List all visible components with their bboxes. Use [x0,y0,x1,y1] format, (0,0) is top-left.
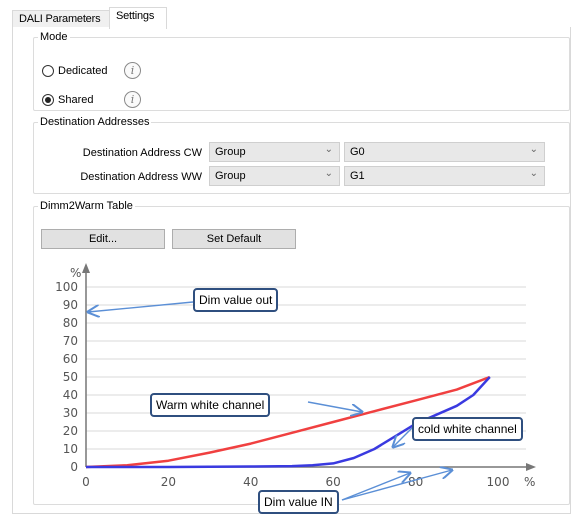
callout-dim-value-out: Dim value out [193,288,279,312]
dimm2warm-chart: 01020304050607080901000 20 40 60 80 100%% [55,263,536,501]
y-tick-label: 40 [63,388,78,402]
y-tick-label: 10 [63,442,78,456]
y-tick-label: 90 [63,298,78,312]
y-tick-label: 50 [63,370,78,384]
y-axis-arrow [82,263,90,273]
x-tick-label: 60 [326,475,341,489]
arrow-dim-value-in-far [341,470,452,501]
callout-dim-value-in: Dim value IN [258,490,339,514]
y-tick-label: 100 [55,280,78,294]
y-tick-label: 80 [63,316,78,330]
arrow-warm-white-channel [307,401,362,412]
y-tick-label: 30 [63,406,78,420]
y-tick-label: 0 [70,460,78,474]
y-axis-label: % [70,266,81,280]
y-tick-label: 20 [63,424,78,438]
callout-cold-white-channel: cold white channel [412,417,523,441]
x-tick-label: 100 [487,475,510,489]
arrow-dim-value-in-right [341,473,410,501]
x-axis-arrow [526,463,536,471]
callout-warm-white-channel: Warm white channel [150,393,271,417]
x-axis-label: % [524,475,535,489]
x-tick-label: 40 [243,475,258,489]
tab-settings[interactable]: Settings [109,7,167,29]
y-tick-label: 70 [63,334,78,348]
x-tick-label: 20 [161,475,176,489]
arrow-dim-value-out [88,301,194,312]
y-tick-label: 60 [63,352,78,366]
x-tick-label: 0 [82,475,90,489]
